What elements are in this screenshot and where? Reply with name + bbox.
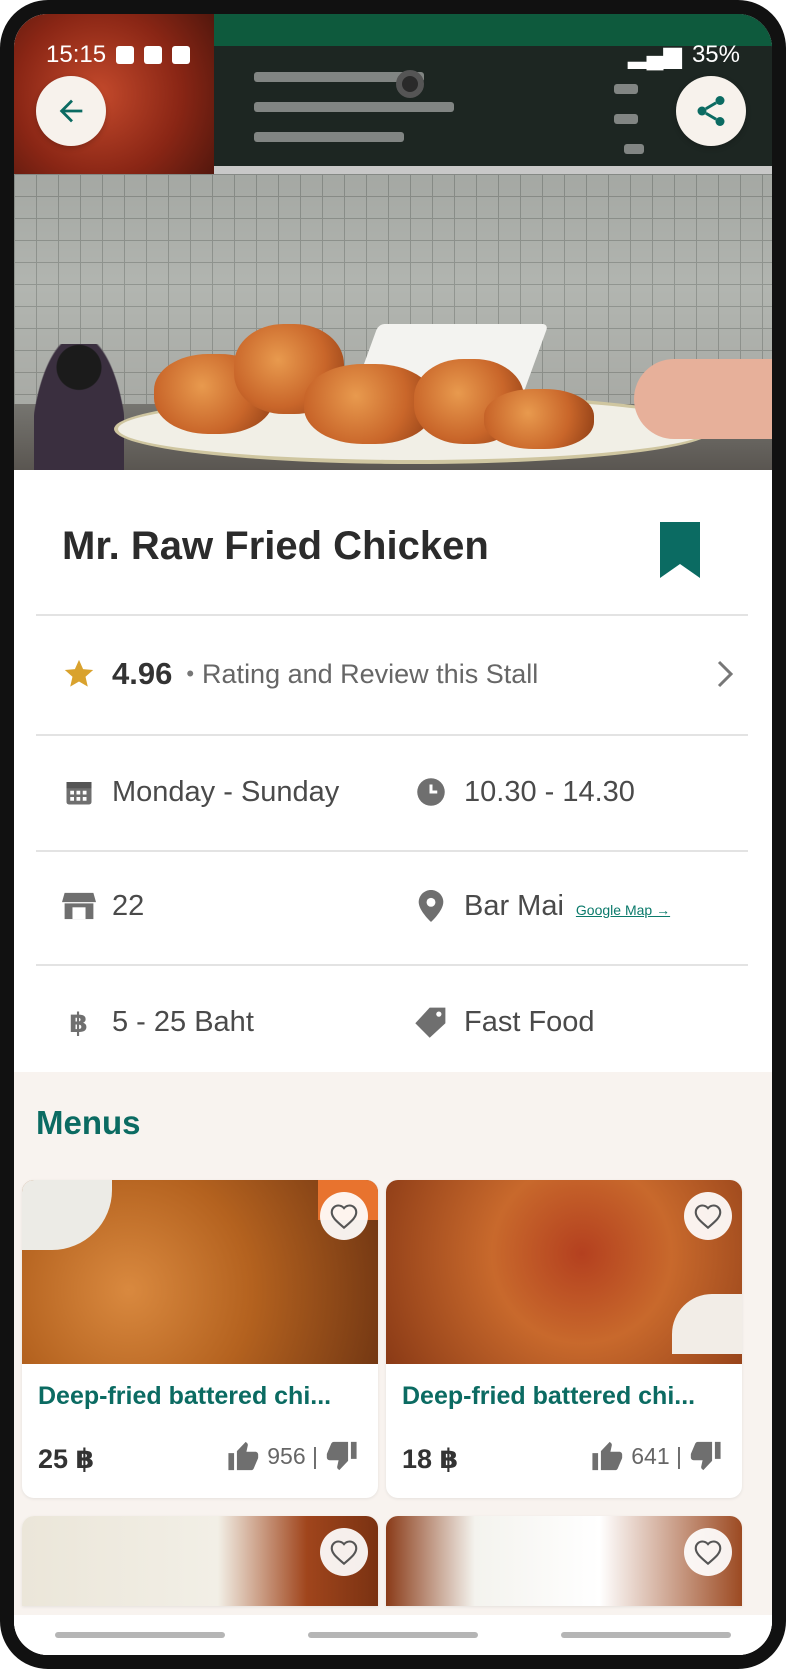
menu-item-price: 25 ฿ [38, 1444, 95, 1474]
tag-icon [414, 1005, 448, 1039]
share-icon [697, 96, 725, 126]
menu-card[interactable]: Deep-fried battered chi... 18 ฿ 641 | [386, 1180, 742, 1498]
vote-counter: 956 | [227, 1440, 358, 1472]
menu-item-name: Deep-fried battered chi... [402, 1382, 696, 1410]
storefront-icon [62, 889, 96, 923]
bookmark-icon [660, 522, 700, 578]
clock-icon [414, 775, 448, 809]
rating-separator: • [186, 661, 195, 686]
price-range: 5 - 25 Baht [112, 1005, 254, 1038]
food-category: Fast Food [464, 1005, 595, 1038]
title-row: Mr. Raw Fried Chicken [14, 470, 772, 615]
rating-review-link: Rating and Review this Stall [202, 658, 539, 689]
system-nav-bar [14, 1615, 772, 1655]
menus-heading: Menus [36, 1104, 141, 1141]
favorite-button[interactable] [320, 1192, 368, 1240]
menus-section: Menus Deep-fried battered chi... 25 ฿ 95… [14, 1072, 772, 1655]
menu-card[interactable]: Deep-fried battered chi... 25 ฿ 956 | [22, 1180, 378, 1498]
heart-icon [330, 1204, 358, 1229]
screen: 15:15 ▂▄▆ 35% Mr. Raw Fried Chicken 4.96… [14, 14, 772, 1655]
schedule-row: Monday - Sunday 10.30 - 14.30 [14, 736, 772, 852]
nav-back[interactable] [560, 1632, 731, 1638]
phone-frame: 15:15 ▂▄▆ 35% Mr. Raw Fried Chicken 4.96… [0, 0, 786, 1669]
thumbs-up-icon[interactable] [591, 1440, 625, 1472]
location-name: Bar Mai [464, 889, 564, 922]
like-count: 641 | [631, 1442, 682, 1469]
nav-recents[interactable] [55, 1632, 226, 1638]
thumbs-down-icon[interactable] [324, 1440, 358, 1472]
location-pin-icon [414, 889, 448, 923]
menu-item-price: 18 ฿ [402, 1444, 459, 1474]
back-button[interactable] [36, 76, 106, 146]
signal-icon: ▂▄▆ [628, 41, 682, 69]
rating-value: 4.96 [112, 656, 173, 691]
star-icon [62, 657, 96, 691]
heart-icon [330, 1540, 358, 1565]
thumbs-up-icon[interactable] [227, 1440, 261, 1472]
stall-info: Mr. Raw Fried Chicken 4.96 • Rating and … [14, 470, 772, 1072]
favorite-button[interactable] [320, 1528, 368, 1576]
share-button[interactable] [676, 76, 746, 146]
heart-icon [694, 1204, 722, 1229]
svg-text:฿: ฿ [69, 1008, 88, 1038]
chevron-right-icon [714, 654, 736, 694]
mail-icon [172, 46, 191, 64]
location-row: 22 Bar Mai Google Map → [14, 852, 772, 968]
calendar-icon [62, 775, 96, 809]
gallery-icon [116, 46, 135, 64]
baht-icon: ฿ [62, 1005, 96, 1039]
thumbs-down-icon[interactable] [688, 1440, 722, 1472]
like-count: 956 | [267, 1442, 318, 1469]
heart-icon [694, 1540, 722, 1565]
stall-photo: 15:15 ▂▄▆ 35% [14, 14, 772, 470]
bookmark-button[interactable] [660, 522, 700, 583]
arrow-left-icon [59, 99, 83, 123]
favorite-button[interactable] [684, 1528, 732, 1576]
status-bar: 15:15 ▂▄▆ 35% [46, 40, 740, 70]
nav-home[interactable] [307, 1632, 478, 1638]
stall-number: 22 [112, 889, 145, 922]
opening-days: Monday - Sunday [112, 775, 340, 808]
price-row: ฿ 5 - 25 Baht Fast Food [14, 966, 772, 1082]
stall-name: Mr. Raw Fried Chicken [62, 524, 489, 568]
vote-counter: 641 | [591, 1440, 722, 1472]
google-map-link[interactable]: Google Map → [576, 902, 670, 918]
check-icon [144, 46, 163, 64]
menu-card[interactable] [22, 1516, 378, 1606]
status-time: 15:15 [46, 41, 107, 68]
battery-percent: 35% [691, 41, 740, 68]
rating-row[interactable]: 4.96 • Rating and Review this Stall [14, 616, 772, 732]
favorite-button[interactable] [684, 1192, 732, 1240]
menu-item-name: Deep-fried battered chi... [38, 1382, 332, 1410]
opening-hours: 10.30 - 14.30 [464, 775, 635, 808]
menu-card[interactable] [386, 1516, 742, 1606]
front-camera [396, 70, 424, 98]
